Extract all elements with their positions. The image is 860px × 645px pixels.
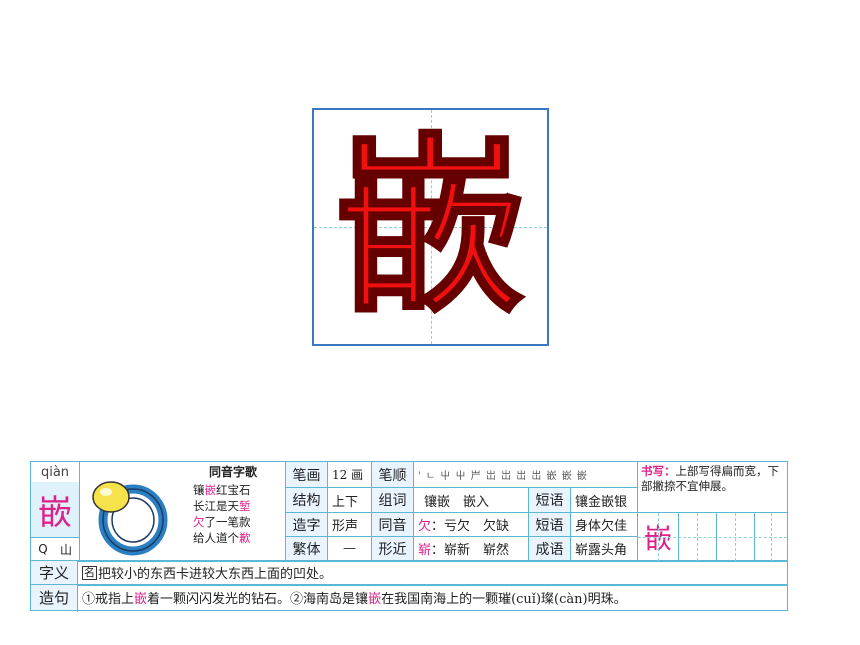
phrase1-value: 镶金嵌银 xyxy=(575,494,628,510)
writing-grid: 嵌 xyxy=(638,512,787,561)
strokes-label: 笔画 xyxy=(286,462,327,487)
character-info-card: qiàn 嵌 Q 山 同音字歌 镶嵌红宝石 长江是天堑 欠了一笔款 给人道个歉 … xyxy=(30,461,788,612)
traditional-value: — xyxy=(343,541,356,556)
meaning-text: 名把较小的东西卡进较大东西上面的凹处。 xyxy=(82,565,333,582)
homophones-label: 同音 xyxy=(372,513,413,536)
phrase2-label: 短语 xyxy=(529,513,570,536)
writing-tip: 书写：上部写得扁而宽，下部撇捺不宜伸展。 xyxy=(641,464,779,493)
formation-value: 形声 xyxy=(332,519,359,534)
formation-label: 造字 xyxy=(286,513,327,536)
sentences-label: 造句 xyxy=(31,585,77,610)
stroke-order-value: ' ㄴ 屮 屮 屵 岀 岀 岀 岀 嵌 嵌 嵌 xyxy=(418,471,588,482)
structure-value: 上下 xyxy=(332,494,359,510)
traditional-label: 繁体 xyxy=(286,537,327,560)
ring-illustration xyxy=(92,481,168,556)
sentences-text: ①戒指上嵌着一颗闪闪发光的钻石。 ②海南岛是镶嵌在我国南海上的一颗璀(cuǐ)璨(… xyxy=(82,592,627,607)
homophone-song: 同音字歌 镶嵌红宝石 长江是天堑 欠了一笔款 给人道个歉 xyxy=(181,464,285,560)
similar-label: 形近 xyxy=(372,537,413,560)
part-of-speech-tag: 名 xyxy=(82,565,97,580)
idiom-value: 崭露头角 xyxy=(575,543,628,558)
idiom-label: 成语 xyxy=(529,537,570,560)
similar-value: 崭：崭新 崭然 xyxy=(418,543,510,558)
small-character: 嵌 xyxy=(31,482,79,537)
song-line: 镶嵌红宝石 xyxy=(193,483,251,497)
index-letter: Q xyxy=(38,542,48,556)
stroke-order-label: 笔顺 xyxy=(372,462,413,487)
structure-label: 结构 xyxy=(286,488,327,512)
song-line: 长江是天堑 xyxy=(193,499,251,513)
song-line: 欠了一笔款 xyxy=(193,515,251,529)
words-label: 组词 xyxy=(372,488,413,512)
meaning-label: 字义 xyxy=(31,561,77,584)
phrase1-label: 短语 xyxy=(529,488,570,512)
words-value: 镶嵌 嵌入 xyxy=(424,494,490,510)
phrase2-value: 身体欠佳 xyxy=(575,519,628,534)
large-character: 嵌 xyxy=(334,115,527,338)
homophones-value: 欠：亏欠 欠缺 xyxy=(418,519,510,534)
radical: 山 xyxy=(59,542,72,557)
pinyin: qiàn xyxy=(40,464,70,480)
character-practice-box: 嵌 xyxy=(312,108,549,346)
song-line: 给人道个歉 xyxy=(193,531,251,545)
song-title: 同音字歌 xyxy=(208,465,257,479)
strokes-value: 12 画 xyxy=(332,468,364,482)
